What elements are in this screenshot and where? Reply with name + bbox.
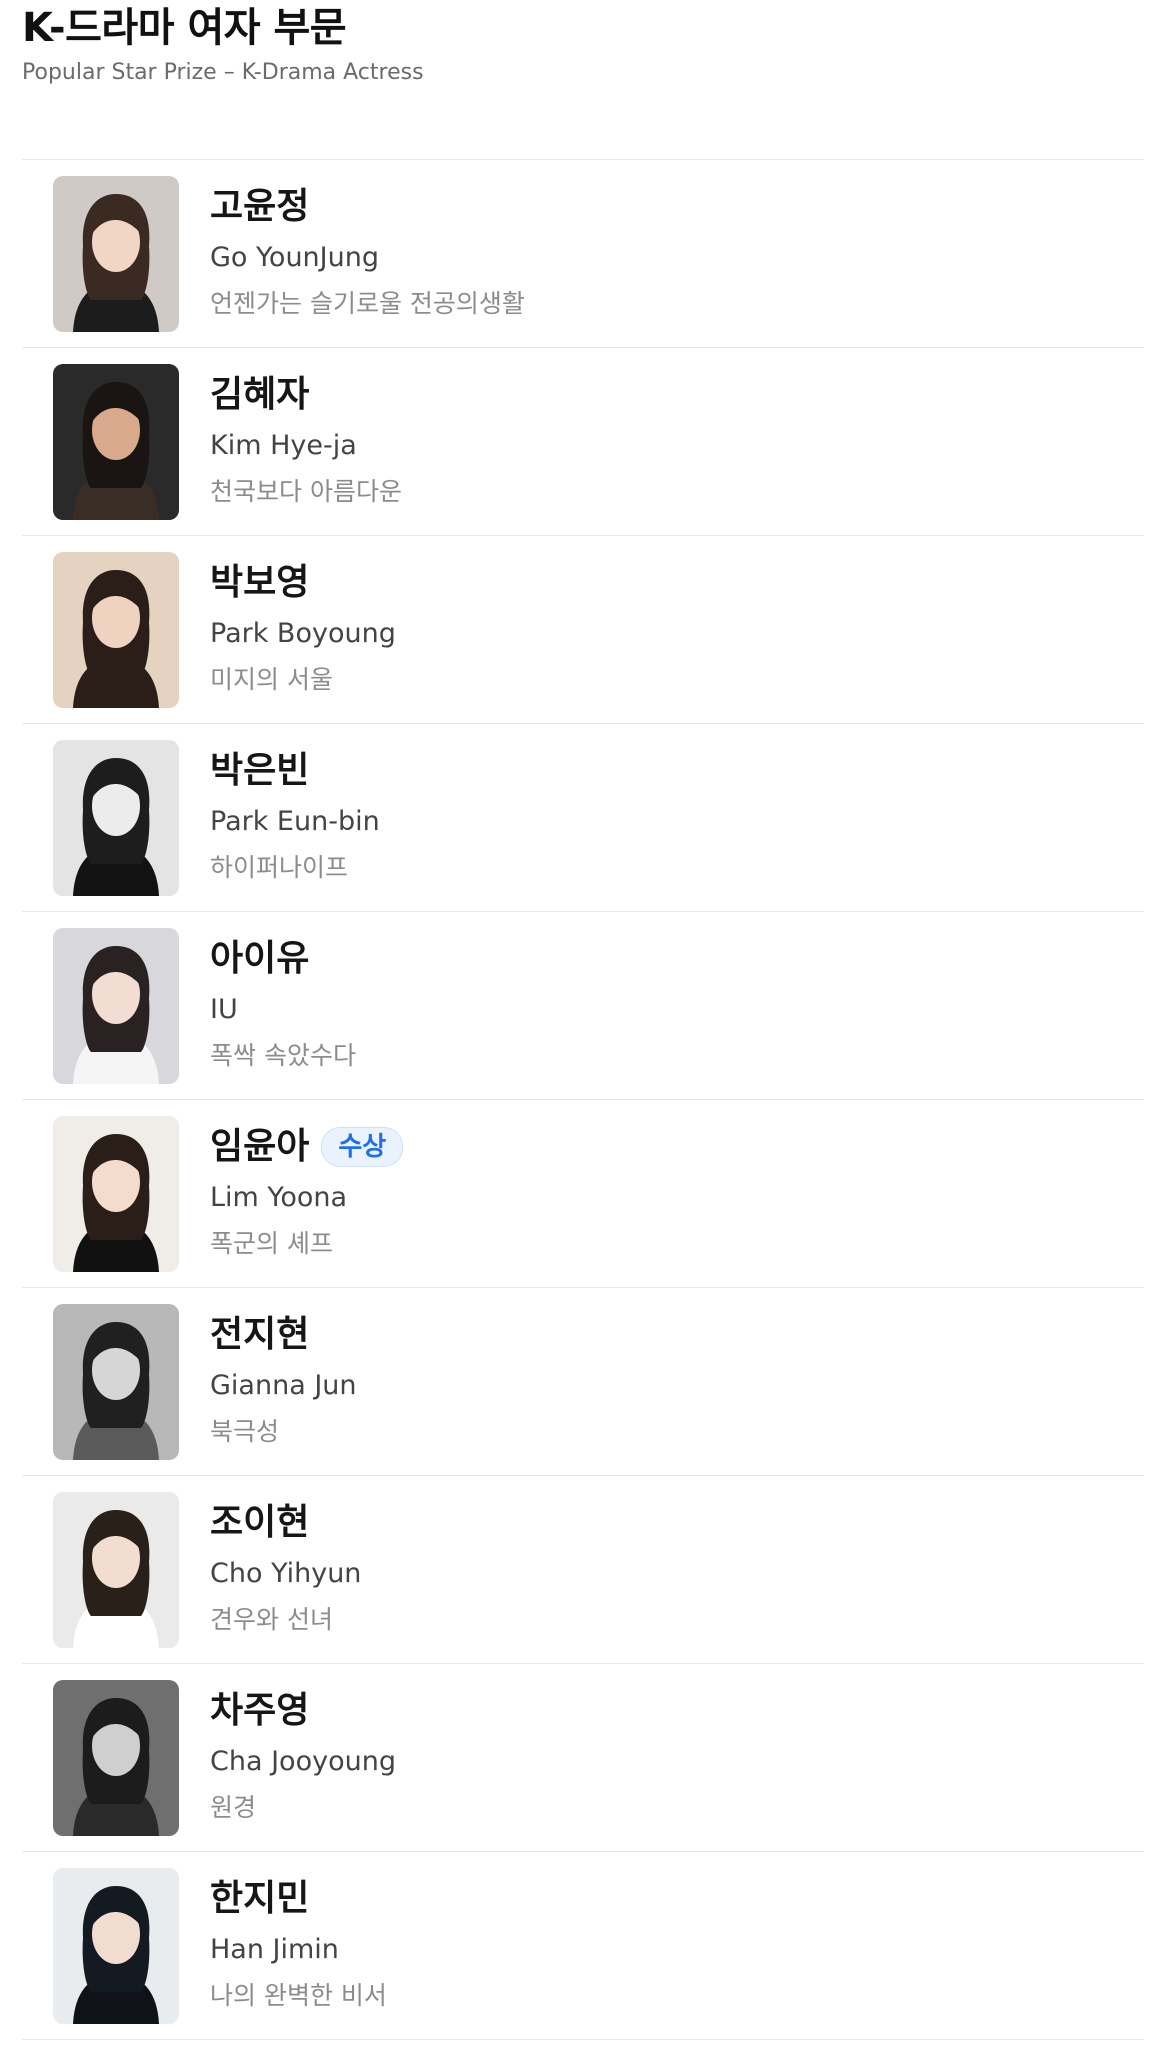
nominee-name-korean: 아이유 <box>210 938 310 979</box>
nominee-name-korean: 차주영 <box>210 1690 310 1731</box>
nominee-drama-title: 언젠가는 슬기로울 전공의생활 <box>210 289 525 318</box>
name-line: 박보영 <box>210 558 396 608</box>
nominee-drama-title: 견우와 선녀 <box>210 1605 333 1634</box>
nominee-drama-title: 폭군의 셰프 <box>210 1229 333 1258</box>
nominee-info: 전지현 Gianna Jun 북극성 <box>210 1310 357 1452</box>
nominee-name-korean: 조이현 <box>210 1502 310 1543</box>
name-line: 고윤정 <box>210 182 525 232</box>
name-line: 임윤아 수상 <box>210 1122 404 1172</box>
winner-badge: 수상 <box>321 1127 404 1167</box>
nominee-name-english: Go YounJung <box>210 242 380 273</box>
nominee-name-english: Park Eun-bin <box>210 806 380 837</box>
nominee-name-korean: 박은빈 <box>210 750 310 791</box>
page: K-드라마 여자 부문 Popular Star Prize – K-Drama… <box>0 0 1170 2046</box>
nominee-drama-title: 폭싹 속았수다 <box>210 1041 356 1070</box>
nominee-name-english: Park Boyoung <box>210 618 396 649</box>
nominee-name-english: Han Jimin <box>210 1934 339 1965</box>
list-item[interactable]: 한지민 Han Jimin 나의 완벽한 비서 <box>22 1852 1144 2040</box>
name-line: 한지민 <box>210 1874 387 1924</box>
nominee-name-korean: 고윤정 <box>210 186 310 227</box>
nominee-name-korean: 임윤아 <box>210 1126 310 1167</box>
nominee-info: 차주영 Cha Jooyoung 원경 <box>210 1686 396 1828</box>
nominee-name-korean: 박보영 <box>210 562 310 603</box>
nominee-info: 박은빈 Park Eun-bin 하이퍼나이프 <box>210 746 380 888</box>
nominee-photo <box>53 740 179 896</box>
nominee-drama-title: 천국보다 아름다운 <box>210 477 402 506</box>
list-item[interactable]: 박보영 Park Boyoung 미지의 서울 <box>22 536 1144 724</box>
nominee-info: 조이현 Cho Yihyun 견우와 선녀 <box>210 1498 361 1640</box>
nominee-list: 고윤정 Go YounJung 언젠가는 슬기로울 전공의생활김혜자 Kim Hye-… <box>22 159 1144 2040</box>
name-line: 김혜자 <box>210 370 402 420</box>
name-line: 박은빈 <box>210 746 380 796</box>
nominee-info: 임윤아 수상 Lim Yoona 폭군의 셰프 <box>210 1122 404 1264</box>
nominee-info: 아이유 IU 폭싹 속았수다 <box>210 934 356 1076</box>
list-item[interactable]: 조이현 Cho Yihyun 견우와 선녀 <box>22 1476 1144 1664</box>
nominee-name-english: IU <box>210 994 238 1025</box>
list-item[interactable]: 아이유 IU 폭싹 속았수다 <box>22 912 1144 1100</box>
nominee-photo <box>53 1116 179 1272</box>
nominee-photo <box>53 928 179 1084</box>
nominee-photo <box>53 1304 179 1460</box>
name-line: 전지현 <box>210 1310 357 1360</box>
page-title: K-드라마 여자 부문 <box>22 5 347 51</box>
list-item[interactable]: 전지현 Gianna Jun 북극성 <box>22 1288 1144 1476</box>
nominee-photo <box>53 1680 179 1836</box>
nominee-drama-title: 북극성 <box>210 1417 280 1446</box>
nominee-photo <box>53 364 179 520</box>
name-line: 차주영 <box>210 1686 396 1736</box>
list-item[interactable]: 차주영 Cha Jooyoung 원경 <box>22 1664 1144 1852</box>
nominee-name-english: Cha Jooyoung <box>210 1746 396 1777</box>
nominee-info: 박보영 Park Boyoung 미지의 서울 <box>210 558 396 700</box>
nominee-name-english: Gianna Jun <box>210 1370 357 1401</box>
nominee-photo <box>53 552 179 708</box>
nominee-drama-title: 미지의 서울 <box>210 665 333 694</box>
nominee-name-english: Cho Yihyun <box>210 1558 362 1589</box>
nominee-name-korean: 김혜자 <box>210 374 310 415</box>
nominee-drama-title: 원경 <box>210 1793 257 1822</box>
nominee-info: 김혜자 Kim Hye-ja 천국보다 아름다운 <box>210 370 402 512</box>
list-item[interactable]: 박은빈 Park Eun-bin 하이퍼나이프 <box>22 724 1144 912</box>
nominee-photo <box>53 1868 179 2024</box>
nominee-name-english: Kim Hye-ja <box>210 430 357 461</box>
nominee-name-korean: 전지현 <box>210 1314 310 1355</box>
nominee-name-korean: 한지민 <box>210 1878 310 1919</box>
nominee-info: 한지민 Han Jimin 나의 완벽한 비서 <box>210 1874 387 2016</box>
list-item[interactable]: 고윤정 Go YounJung 언젠가는 슬기로울 전공의생활 <box>22 160 1144 348</box>
nominee-photo <box>53 1492 179 1648</box>
nominee-name-english: Lim Yoona <box>210 1182 348 1213</box>
nominee-drama-title: 하이퍼나이프 <box>210 853 349 882</box>
header: K-드라마 여자 부문 Popular Star Prize – K-Drama… <box>22 0 1122 88</box>
nominee-drama-title: 나의 완벽한 비서 <box>210 1981 387 2010</box>
page-subtitle: Popular Star Prize – K-Drama Actress <box>22 60 424 85</box>
nominee-photo <box>53 176 179 332</box>
name-line: 아이유 <box>210 934 356 984</box>
list-item[interactable]: 김혜자 Kim Hye-ja 천국보다 아름다운 <box>22 348 1144 536</box>
name-line: 조이현 <box>210 1498 361 1548</box>
nominee-info: 고윤정 Go YounJung 언젠가는 슬기로울 전공의생활 <box>210 182 525 324</box>
list-item[interactable]: 임윤아 수상 Lim Yoona 폭군의 셰프 <box>22 1100 1144 1288</box>
